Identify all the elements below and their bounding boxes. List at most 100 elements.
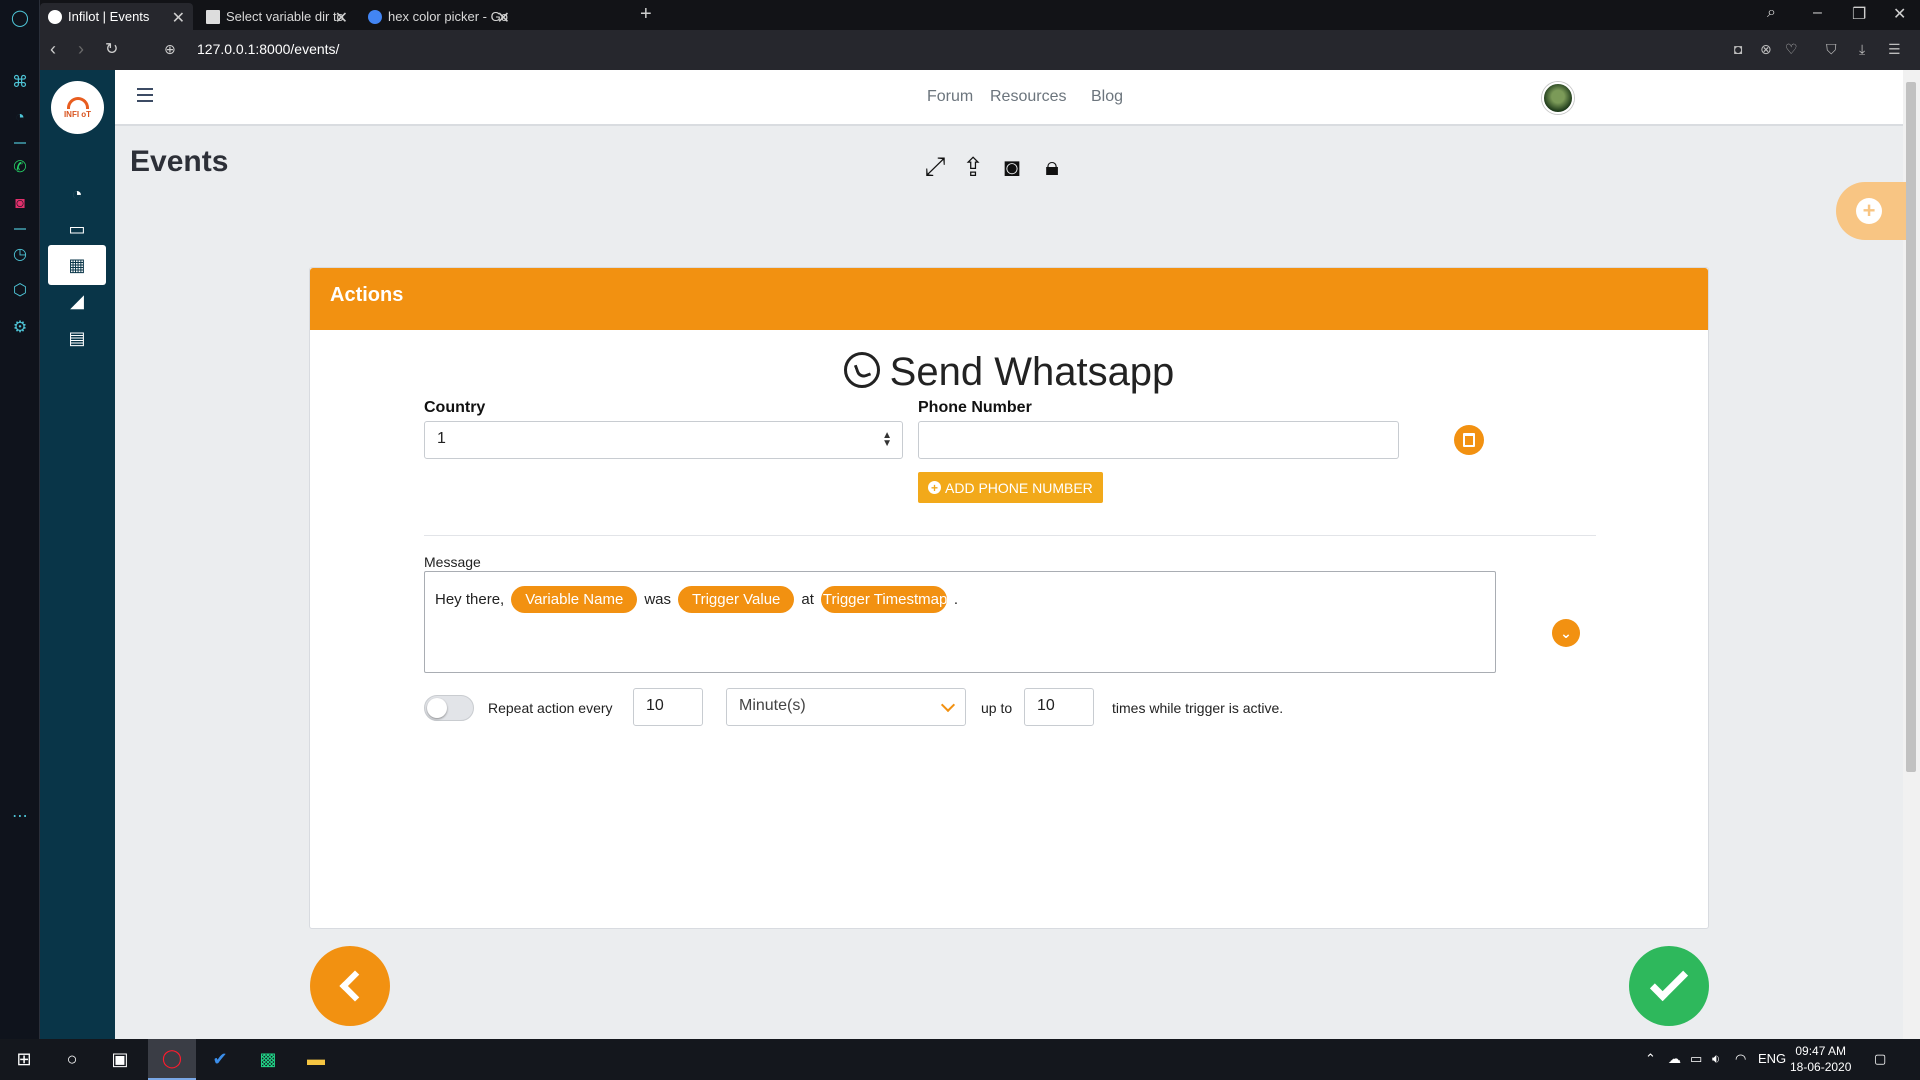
url-field[interactable]: 127.0.0.1:8000/events/ xyxy=(197,41,339,57)
snapshot-icon[interactable]: ◘ xyxy=(1734,41,1742,57)
repeat-toggle[interactable] xyxy=(424,695,474,721)
nav-link-blog[interactable]: Blog xyxy=(1091,88,1123,106)
onedrive-icon[interactable]: ☁ xyxy=(1668,1051,1681,1067)
variable-chip-variable-name[interactable]: Variable Name xyxy=(511,586,638,613)
document-icon: ▤ xyxy=(68,327,86,348)
wifi-icon[interactable]: ◠ xyxy=(1735,1051,1746,1067)
windows-start-icon[interactable]: ⊞ xyxy=(0,1039,48,1080)
fullscreen-icon[interactable]: ⤢ xyxy=(920,151,950,182)
download-icon[interactable]: ⤓ xyxy=(1859,41,1865,58)
forward-icon[interactable]: › xyxy=(78,39,84,60)
battery-icon[interactable]: ▭ xyxy=(1690,1051,1702,1067)
repeat-unit-select[interactable]: Minute(s) xyxy=(726,688,966,726)
speedometer-icon: ◔ xyxy=(71,183,83,204)
settings-icon[interactable]: ⚙ xyxy=(8,315,32,339)
history-icon[interactable]: ◷ xyxy=(8,242,32,266)
todo-taskbar-icon[interactable]: ✔ xyxy=(196,1039,244,1080)
infilot-favicon-icon xyxy=(48,9,62,24)
tab-hex-color-picker[interactable]: hex color picker - Google S ✕ xyxy=(360,3,518,30)
sidebar-item-devices[interactable]: ▭ xyxy=(48,209,106,249)
search-icon[interactable]: ○ xyxy=(48,1039,96,1080)
page-title: Events xyxy=(130,145,229,178)
minimize-icon[interactable]: – xyxy=(1813,4,1822,22)
close-window-icon[interactable]: ✕ xyxy=(1893,4,1906,24)
phone-number-input[interactable] xyxy=(918,421,1399,459)
heart-icon[interactable]: ♡ xyxy=(1785,41,1798,58)
sidebar-item-analytics[interactable]: ◢ xyxy=(48,281,106,321)
notifications-icon[interactable]: ▢ xyxy=(1874,1051,1886,1067)
variable-chip-trigger-timestamp[interactable]: Trigger Timestmap xyxy=(820,586,947,613)
scrollbar-thumb[interactable] xyxy=(1906,82,1916,772)
opera-sidebar: ◯ ⌘ ◔ ✆ ◙ ◷ ⬡ ⚙ ⋯ xyxy=(0,0,40,1039)
new-tab-icon[interactable]: + xyxy=(640,3,652,26)
whatsapp-icon[interactable]: ✆ xyxy=(8,155,32,179)
repeat-interval-input[interactable]: 10 xyxy=(633,688,703,726)
sidebar-item-events[interactable]: ▦ xyxy=(48,245,106,285)
easy-setup-icon[interactable]: ☰ xyxy=(1888,41,1901,58)
select-arrows-icon: ▲ ▼ xyxy=(882,430,892,449)
infiot-logo[interactable]: INFI oT xyxy=(51,81,104,134)
add-phone-number-button[interactable]: + ADD PHONE NUMBER xyxy=(918,472,1103,503)
file-upload-icon[interactable]: ⇪ xyxy=(958,152,988,182)
card-header: Actions xyxy=(310,268,1708,330)
tab-infilot-events[interactable]: Infilot | Events ✕ xyxy=(40,3,193,30)
up-to-label: up to xyxy=(981,700,1013,716)
close-tab-icon[interactable]: ✕ xyxy=(172,8,185,28)
camera-icon[interactable]: ◙ xyxy=(997,152,1027,182)
message-label: Message xyxy=(424,554,481,570)
speed-icon[interactable]: ◔ xyxy=(8,106,32,130)
confirm-button[interactable] xyxy=(1629,946,1709,1026)
toggle-knob xyxy=(427,698,447,718)
volume-icon[interactable]: 🔉︎ xyxy=(1712,1051,1720,1067)
adblock-icon[interactable]: ⊗ xyxy=(1760,41,1772,58)
nav-link-forum[interactable]: Forum xyxy=(927,88,973,106)
task-view-icon[interactable]: ▣ xyxy=(96,1039,144,1080)
vpn-shield-icon[interactable]: ⛉ xyxy=(1826,41,1837,58)
repeat-label: Repeat action every xyxy=(488,700,613,716)
tab-select-variable[interactable]: Select variable dir to chang ✕ xyxy=(198,3,356,30)
repeat-times-input[interactable]: 10 xyxy=(1024,688,1094,726)
close-tab-icon[interactable]: ✕ xyxy=(497,8,510,28)
app-sidebar: INFI oT ◔ ▭ ▦ ◢ ▤ xyxy=(40,70,115,1039)
repeat-action-row: Repeat action every 10 Minute(s) up to 1… xyxy=(424,688,1524,728)
opera-taskbar-icon[interactable]: ◯ xyxy=(148,1039,196,1080)
menu-toggle-icon[interactable] xyxy=(137,88,153,106)
lock-icon[interactable]: 🔒︎ xyxy=(1037,151,1067,182)
chevron-left-icon xyxy=(339,970,371,1002)
chevron-down-icon: ⌄ xyxy=(1560,624,1572,641)
pycharm-taskbar-icon[interactable]: ▩ xyxy=(244,1039,292,1080)
insert-variable-dropdown[interactable]: ⌄ xyxy=(1552,619,1580,647)
variable-chip-trigger-value[interactable]: Trigger Value xyxy=(678,586,795,613)
file-explorer-icon[interactable]: ▬ xyxy=(292,1039,340,1080)
back-icon[interactable]: ‹ xyxy=(50,39,56,60)
cube-icon[interactable]: ⬡ xyxy=(8,278,32,302)
language-indicator[interactable]: ENG xyxy=(1758,1051,1786,1066)
sidebar-item-reports[interactable]: ▤ xyxy=(48,318,106,358)
sidebar-item-dashboard[interactable]: ◔ xyxy=(48,174,106,214)
tablet-icon: ▭ xyxy=(68,218,86,239)
country-select[interactable]: 1 ▲ ▼ xyxy=(424,421,903,459)
restore-icon[interactable]: ❐ xyxy=(1852,4,1866,24)
add-event-button[interactable]: + xyxy=(1836,182,1906,240)
delete-phone-button[interactable] xyxy=(1454,425,1484,455)
gamepad-icon[interactable]: ⌘ xyxy=(8,70,32,94)
more-icon[interactable]: ⋯ xyxy=(8,804,32,828)
plus-circle-icon: + xyxy=(1856,198,1882,224)
back-button[interactable] xyxy=(310,946,390,1026)
google-favicon-icon xyxy=(368,9,382,24)
site-info-icon[interactable]: ⊕ xyxy=(164,41,176,58)
instagram-icon[interactable]: ◙ xyxy=(8,192,32,216)
document-favicon-icon xyxy=(206,9,220,24)
opera-logo-icon[interactable]: ◯ xyxy=(8,6,32,30)
search-tabs-icon[interactable]: ⌕ xyxy=(1767,4,1776,22)
message-editor[interactable]: Hey there, Variable Name was Trigger Val… xyxy=(424,571,1496,673)
system-clock[interactable]: 09:47 AM 18-06-2020 xyxy=(1790,1043,1851,1075)
repeat-suffix-label: times while trigger is active. xyxy=(1112,700,1284,716)
trash-icon xyxy=(1463,433,1475,447)
reload-icon[interactable]: ↻ xyxy=(105,39,118,59)
tray-chevron-up-icon[interactable]: ⌃ xyxy=(1645,1051,1656,1067)
close-tab-icon[interactable]: ✕ xyxy=(335,8,348,28)
nav-link-resources[interactable]: Resources xyxy=(990,88,1066,106)
user-avatar[interactable] xyxy=(1542,82,1574,114)
address-bar: ‹ › ↻ ⊕ 127.0.0.1:8000/events/ ◘ ⊗ ♡ ⛉ ⤓… xyxy=(40,30,1920,70)
